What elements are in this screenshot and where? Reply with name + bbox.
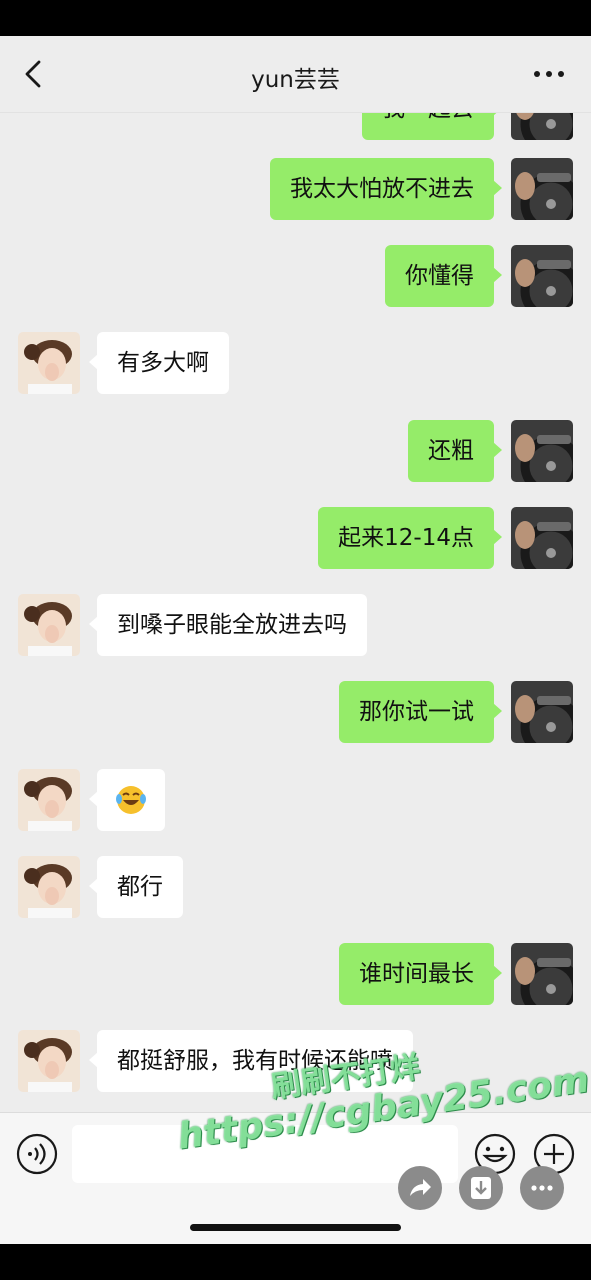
message-bubble[interactable]: 起来12-14点: [318, 507, 502, 569]
message-row: 都行: [0, 856, 591, 918]
nav-header: yun芸芸: [0, 36, 591, 113]
avatar-her[interactable]: [18, 856, 80, 918]
girl-portrait-avatar: [18, 856, 80, 918]
message-bubble[interactable]: 有多大啊: [89, 332, 229, 394]
message-list[interactable]: 我一起去 我太大怕放不进去 你懂得 有多大啊 还粗: [0, 36, 591, 1112]
chat-title: yun芸芸: [251, 67, 340, 93]
more-icon: [531, 1185, 553, 1191]
message-bubble[interactable]: 我太大怕放不进去: [270, 158, 502, 220]
message-bubble[interactable]: 你懂得: [385, 245, 502, 307]
car-steering-wheel-avatar: [511, 943, 573, 1005]
voice-button[interactable]: [16, 1133, 58, 1175]
voice-icon: [16, 1133, 58, 1175]
share-icon: [410, 1179, 431, 1196]
share-button[interactable]: [398, 1166, 442, 1210]
more-icon: [534, 71, 564, 77]
avatar-me[interactable]: [511, 507, 573, 569]
message-bubble[interactable]: 还粗: [408, 420, 502, 482]
message-row: 谁时间最长: [0, 943, 591, 1005]
chat-screen: 我一起去 我太大怕放不进去 你懂得 有多大啊 还粗: [0, 36, 591, 1244]
download-icon: [471, 1177, 491, 1199]
avatar-me[interactable]: [511, 420, 573, 482]
message-row: 你懂得: [0, 245, 591, 307]
message-row: 还粗: [0, 420, 591, 482]
message-bubble[interactable]: 都行: [89, 856, 183, 918]
more-actions-button[interactable]: [520, 1166, 564, 1210]
car-steering-wheel-avatar: [511, 158, 573, 220]
car-steering-wheel-avatar: [511, 420, 573, 482]
message-row: 那你试一试: [0, 681, 591, 743]
avatar-me[interactable]: [511, 245, 573, 307]
download-button[interactable]: [459, 1166, 503, 1210]
message-bubble[interactable]: 那你试一试: [339, 681, 502, 743]
message-bubble[interactable]: 到嗓子眼能全放进去吗: [89, 594, 367, 656]
message-row: [0, 769, 591, 831]
message-bubble[interactable]: 谁时间最长: [339, 943, 502, 1005]
car-steering-wheel-avatar: [511, 245, 573, 307]
avatar-me[interactable]: [511, 158, 573, 220]
message-row: 有多大啊: [0, 332, 591, 394]
girl-portrait-avatar: [18, 1030, 80, 1092]
avatar-her[interactable]: [18, 1030, 80, 1092]
girl-portrait-avatar: [18, 594, 80, 656]
laughing-tears-emoji-icon: [116, 786, 146, 814]
avatar-her[interactable]: [18, 594, 80, 656]
message-row: 我太大怕放不进去: [0, 158, 591, 220]
avatar-her[interactable]: [18, 332, 80, 394]
avatar-me[interactable]: [511, 943, 573, 1005]
home-indicator[interactable]: [190, 1224, 401, 1231]
avatar-me[interactable]: [511, 681, 573, 743]
emoji-bubble[interactable]: [89, 769, 165, 831]
car-steering-wheel-avatar: [511, 507, 573, 569]
message-row: 起来12-14点: [0, 507, 591, 569]
girl-portrait-avatar: [18, 332, 80, 394]
message-row: 到嗓子眼能全放进去吗: [0, 594, 591, 656]
more-button[interactable]: [525, 56, 573, 92]
avatar-her[interactable]: [18, 769, 80, 831]
girl-portrait-avatar: [18, 769, 80, 831]
car-steering-wheel-avatar: [511, 681, 573, 743]
